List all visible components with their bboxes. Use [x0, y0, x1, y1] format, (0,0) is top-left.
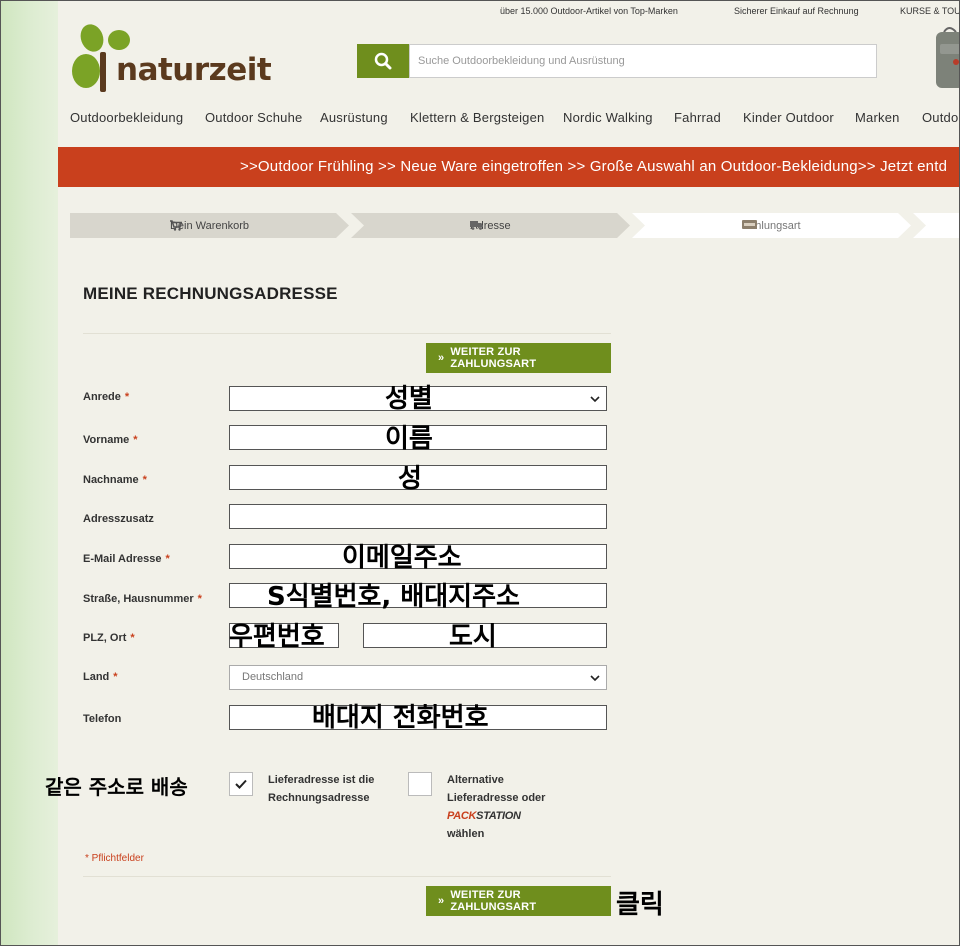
search-icon: [374, 52, 392, 70]
divider: [83, 876, 611, 877]
button-label: WEITER ZUR ZAHLUNGSART: [450, 889, 537, 913]
double-chevron-icon: »: [438, 895, 445, 907]
checkout-step-address[interactable]: Adresse: [351, 213, 630, 238]
field-label-telefon: Telefon: [83, 713, 122, 725]
nav-item-nordic-walking[interactable]: Nordic Walking: [563, 110, 653, 125]
field-label-vorname: Vorname *: [83, 434, 138, 446]
page-title: MEINE RECHNUNGSADRESSE: [83, 284, 338, 303]
annotation-plz: 우편번호: [229, 622, 325, 652]
search-button[interactable]: [357, 44, 409, 78]
promo-banner-text: >>Outdoor Frühling >> Neue Ware eingetro…: [240, 158, 948, 175]
land-select[interactable]: Deutschland: [229, 665, 607, 690]
nav-item-outdoorbekleidung[interactable]: Outdoorbekleidung: [70, 110, 183, 125]
checkout-step-payment: Zahlungsart: [632, 213, 911, 238]
required-fields-note: * Pflichtfelder: [85, 853, 144, 864]
topbar-claim: Sicherer Einkauf auf Rechnung: [734, 6, 859, 16]
field-label-nachname: Nachname *: [83, 474, 147, 486]
field-label-adresszusatz: Adresszusatz: [83, 513, 154, 525]
nav-item-outdoor-schuhe[interactable]: Outdoor Schuhe: [205, 110, 302, 125]
annotation-telefon: 배대지 전화번호: [312, 703, 489, 733]
packstation-logo: PACKSTATION: [447, 810, 521, 822]
divider: [83, 333, 611, 334]
annotation-anrede: 성별: [385, 384, 433, 414]
topbar-claim: über 15.000 Outdoor-Artikel von Top-Mark…: [500, 6, 678, 16]
field-label-anrede: Anrede *: [83, 391, 130, 403]
payment-icon: [742, 219, 758, 229]
double-chevron-icon: »: [438, 352, 445, 364]
annotation-same-address: 같은 주소로 배송: [45, 775, 188, 799]
promo-banner[interactable]: >>Outdoor Frühling >> Neue Ware eingetro…: [58, 147, 960, 187]
left-background: [0, 0, 58, 946]
nav-item-kinder-outdoor[interactable]: Kinder Outdoor: [743, 110, 834, 125]
logo-text: naturzeit: [116, 52, 272, 88]
cart-icon: [169, 219, 182, 231]
annotation-email: 이메일주소: [342, 543, 462, 573]
adresszusatz-input[interactable]: [229, 504, 607, 529]
annotation-vorname: 이름: [385, 424, 433, 454]
nav-item-fahrrad[interactable]: Fahrrad: [674, 110, 721, 125]
step-shape: [913, 213, 960, 238]
annotation-strasse: S식별번호, 배대지주소: [267, 582, 520, 612]
field-label-land: Land *: [83, 671, 118, 683]
chevron-down-icon: [590, 675, 600, 682]
annotation-nachname: 성: [398, 464, 422, 494]
same-address-label: Lieferadresse ist die Rechnungsadresse: [268, 774, 375, 804]
same-address-checkbox[interactable]: [229, 772, 253, 796]
alternative-address-checkbox[interactable]: [408, 772, 432, 796]
land-value: Deutschland: [242, 671, 304, 683]
nav-item-ausruestung[interactable]: Ausrüstung: [320, 110, 388, 125]
chevron-down-icon: [590, 396, 600, 403]
nav-item-marken[interactable]: Marken: [855, 110, 900, 125]
nav-item-outdoor[interactable]: Outdo: [922, 110, 958, 125]
continue-to-payment-button[interactable]: » WEITER ZUR ZAHLUNGSART: [426, 886, 611, 916]
backpack-icon[interactable]: [934, 22, 960, 90]
field-label-strasse: Straße, Hausnummer *: [83, 593, 202, 605]
nav-item-klettern[interactable]: Klettern & Bergsteigen: [410, 110, 544, 125]
topbar-link-kurse[interactable]: KURSE & TOUR: [900, 6, 960, 16]
checkmark-icon: [235, 779, 247, 789]
field-label-plz-ort: PLZ, Ort *: [83, 632, 135, 644]
search-input[interactable]: Suche Outdoorbekleidung und Ausrüstung: [409, 44, 877, 78]
truck-icon: [470, 220, 484, 230]
checkout-step-next: [913, 213, 960, 238]
field-label-email: E-Mail Adresse *: [83, 553, 170, 565]
continue-to-payment-button-top[interactable]: » WEITER ZUR ZAHLUNGSART: [426, 343, 611, 373]
checkout-step-cart[interactable]: Dein Warenkorb: [70, 213, 349, 238]
annotation-ort: 도시: [449, 622, 497, 652]
alternative-address-label: Alternative Lieferadresse oder PACKSTATI…: [447, 774, 546, 840]
annotation-click: 클릭: [616, 890, 664, 920]
button-label: WEITER ZUR ZAHLUNGSART: [450, 346, 537, 370]
